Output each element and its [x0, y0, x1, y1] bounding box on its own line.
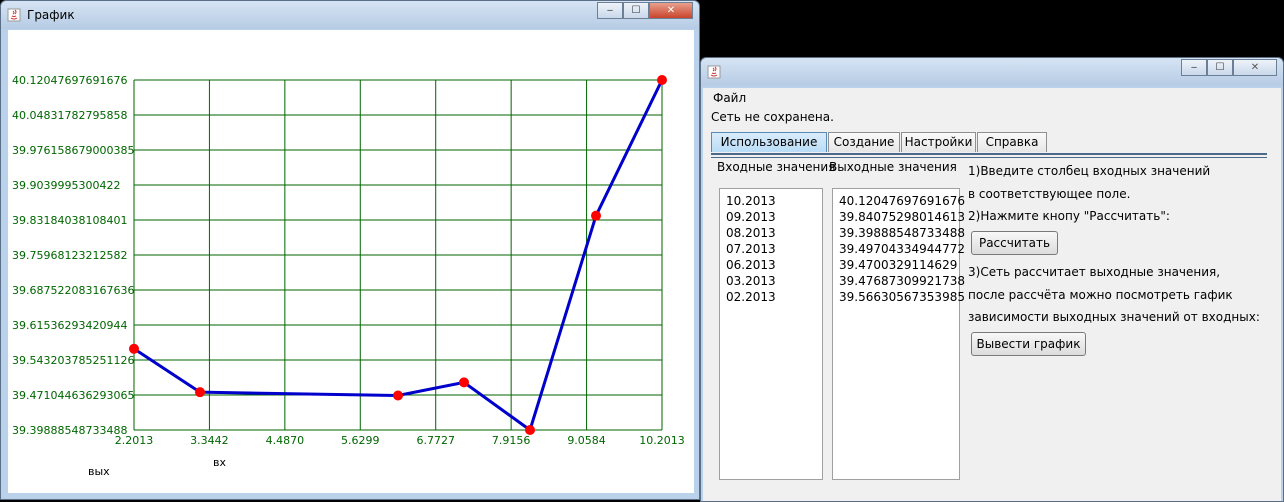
input-values-label: Входные значения: [717, 160, 836, 174]
output-value-line: 39.47687309921738: [839, 274, 965, 288]
minimize-icon: ‒: [606, 5, 614, 16]
output-value-line: 39.39888548733488: [839, 226, 965, 240]
maximize-button[interactable]: ☐: [623, 2, 649, 19]
status-label: Сеть не сохранена.: [711, 110, 834, 124]
input-value-line: 06.2013: [726, 258, 776, 272]
instruction-step3b: после рассчёта можно посмотреть гафик: [968, 288, 1233, 302]
maximize-icon: ☐: [1215, 62, 1225, 73]
data-point: [525, 425, 535, 435]
tab-help[interactable]: Справка: [977, 132, 1047, 152]
input-values-field[interactable]: 10.2013 09.2013 08.2013 07.2013 06.2013 03.20…: [719, 188, 823, 480]
tab-divider: [711, 157, 1267, 158]
minimize-button[interactable]: ‒: [1181, 59, 1207, 76]
input-value-line: 02.2013: [726, 290, 776, 304]
instruction-step2: 2)Нажмите кнопу "Рассчитать":: [968, 209, 1170, 223]
y-tick-label: 39.9039995300422: [12, 179, 120, 192]
data-point: [393, 390, 403, 401]
y-tick-label: 39.83184038108401: [12, 214, 127, 227]
x-tick-label: 3.3442: [190, 434, 229, 447]
tab-usage[interactable]: Использование: [711, 132, 827, 152]
y-tick-label: 39.471044636293065: [12, 389, 134, 402]
data-point: [195, 387, 205, 398]
x-axis-label: вх: [213, 456, 226, 469]
minimize-icon: ‒: [1190, 62, 1198, 73]
y-tick-label: 40.12047697691676: [12, 74, 127, 87]
x-tick-label: 5.6299: [341, 434, 380, 447]
java-icon: [707, 65, 721, 79]
tab-settings[interactable]: Настройки: [901, 132, 976, 152]
output-value-line: 39.56630567353985: [839, 290, 965, 304]
output-values-field[interactable]: 40.12047697691676 39.84075298014613 39.398…: [832, 188, 965, 480]
instruction-step1a: 1)Введите столбец входных значений: [968, 164, 1211, 178]
tab-divider: [711, 153, 1267, 155]
menu-file[interactable]: Файл: [713, 91, 746, 105]
y-tick-label: 40.04831782795858: [12, 109, 127, 122]
main-client: Файл Сеть не сохранена. Использование Со…: [703, 88, 1281, 501]
maximize-button[interactable]: ☐: [1207, 59, 1233, 76]
data-point: [459, 377, 469, 388]
data-point: [129, 343, 139, 354]
graph-window-title: График: [27, 8, 75, 22]
output-value-line: 40.12047697691676: [839, 194, 965, 208]
maximize-icon: ☐: [631, 5, 641, 16]
input-value-line: 03.2013: [726, 274, 776, 288]
graph-canvas: 2.2013 3.3442 4.4870 5.6299 6.7727 7.9156 9.05…: [8, 30, 694, 493]
y-tick-label: 39.976158679000385: [12, 144, 134, 157]
output-value-line: 39.84075298014613: [839, 210, 965, 224]
output-value-line: 39.49704334944772: [839, 242, 965, 256]
input-value-line: 10.2013: [726, 194, 776, 208]
y-tick-label: 39.687522083167636: [12, 284, 134, 297]
graph-window: График ‒ ☐ ✕ 2.2013 3.3442 4.4870 5.6299 6.7…: [0, 0, 700, 500]
instruction-step3c: зависимости выходных значений от входных…: [968, 310, 1260, 324]
close-button[interactable]: ✕: [1233, 59, 1277, 76]
close-button[interactable]: ✕: [649, 2, 693, 19]
tab-create[interactable]: Создание: [828, 132, 900, 152]
data-point: [657, 75, 667, 85]
y-tick-label: 39.61536293420944: [12, 319, 127, 332]
instruction-step3a: 3)Сеть рассчитает выходные значения,: [968, 265, 1221, 279]
line-chart: 2.2013 3.3442 4.4870 5.6299 6.7727 7.9156 9.05…: [12, 74, 685, 478]
main-window-titlebar[interactable]: ‒ ☐ ✕: [701, 58, 1283, 86]
output-values-label: Выходные значения: [829, 160, 957, 174]
x-tick-label: 4.4870: [266, 434, 305, 447]
y-axis-label: вых: [88, 465, 110, 478]
input-value-line: 09.2013: [726, 210, 776, 224]
minimize-button[interactable]: ‒: [597, 2, 623, 19]
close-icon: ✕: [666, 5, 676, 16]
main-window: ‒ ☐ ✕ Файл Сеть не сохранена. Использова…: [700, 57, 1284, 502]
x-tick-label: 10.2013: [639, 434, 685, 447]
java-icon: [7, 8, 21, 22]
input-value-line: 08.2013: [726, 226, 776, 240]
y-tick-label: 39.543203785251126: [12, 354, 134, 367]
calculate-button[interactable]: Рассчитать: [971, 231, 1058, 255]
show-graph-button[interactable]: Вывести график: [971, 332, 1086, 356]
graph-window-titlebar[interactable]: График ‒ ☐ ✕: [1, 1, 699, 29]
x-tick-label: 6.7727: [416, 434, 455, 447]
data-point: [591, 210, 601, 221]
menubar: Файл: [703, 88, 1281, 108]
output-value-line: 39.4700329114629: [839, 258, 958, 272]
input-value-line: 07.2013: [726, 242, 776, 256]
x-tick-label: 7.9156: [492, 434, 531, 447]
y-tick-label: 39.75968123212582: [12, 249, 127, 262]
x-tick-label: 9.0584: [567, 434, 606, 447]
y-tick-label: 39.39888548733488: [12, 424, 127, 437]
instruction-step1b: в соответствующее поле.: [968, 187, 1131, 201]
close-icon: ✕: [1250, 62, 1260, 73]
